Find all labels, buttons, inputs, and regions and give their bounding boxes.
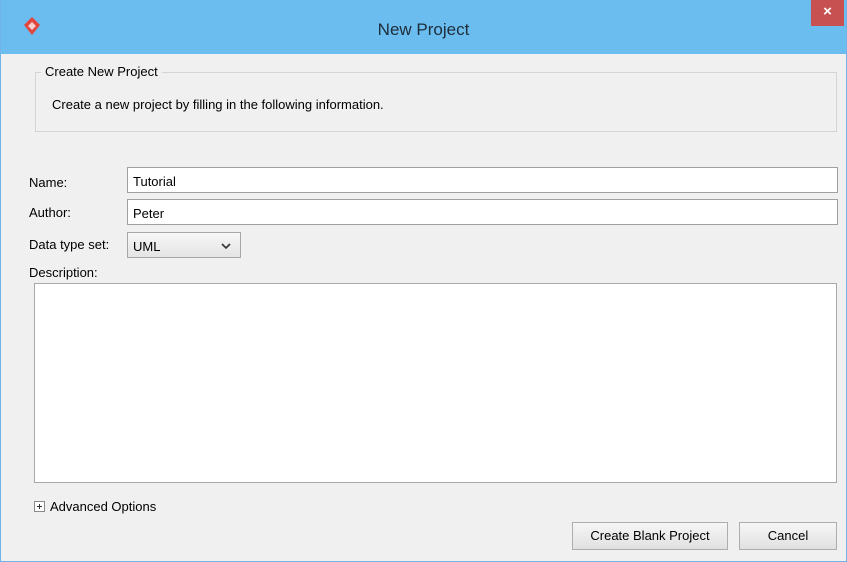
close-button[interactable]: × [811,0,844,26]
name-input[interactable]: Tutorial [127,167,838,193]
new-project-dialog: New Project × Create New Project Create … [0,0,847,562]
datatype-label: Data type set: [29,237,110,252]
chevron-down-icon [221,243,231,250]
description-textarea[interactable] [34,283,837,483]
group-description: Create a new project by filling in the f… [52,97,384,112]
description-label: Description: [29,265,98,280]
group-title: Create New Project [41,64,162,79]
advanced-options-label: Advanced Options [50,498,157,514]
datatype-select[interactable]: UML [127,232,241,258]
cancel-button[interactable]: Cancel [739,522,837,550]
datatype-selected-value: UML [133,239,161,254]
window-title: New Project [377,20,470,39]
author-label: Author: [29,205,71,220]
title-bar[interactable]: New Project × [1,0,846,54]
author-input[interactable]: Peter [127,199,838,225]
expand-plus-icon [34,500,45,512]
name-label: Name: [29,175,68,190]
advanced-options-toggle[interactable]: Advanced Options [34,498,157,514]
create-blank-project-button[interactable]: Create Blank Project [572,522,728,550]
